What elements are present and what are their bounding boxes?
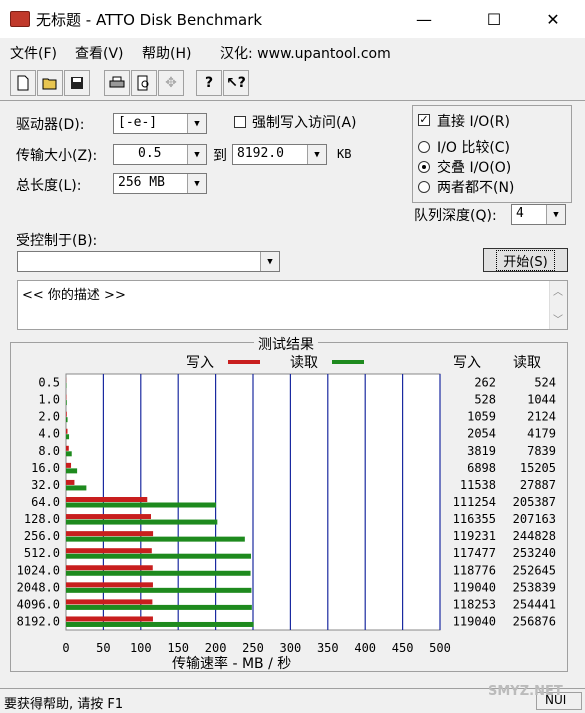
x-tick-label: 400 [354, 641, 376, 655]
read-bar [66, 485, 86, 490]
read-value: 207163 [513, 512, 556, 526]
results-chart: 0501001502002503003504004505000.52625241… [0, 0, 585, 712]
read-bar [66, 622, 254, 627]
row-label: 1.0 [38, 393, 60, 407]
row-label: 16.0 [31, 461, 60, 475]
read-bar [66, 468, 77, 473]
write-value: 111254 [453, 495, 496, 509]
row-label: 8.0 [38, 444, 60, 458]
status-help-text: 要获得帮助, 请按 F1 [4, 693, 123, 712]
x-tick-label: 50 [96, 641, 110, 655]
row-label: 64.0 [31, 495, 60, 509]
read-bar [66, 417, 68, 422]
write-value: 119040 [453, 580, 496, 594]
x-tick-label: 500 [429, 641, 451, 655]
write-bar [66, 582, 153, 587]
write-value: 528 [474, 393, 496, 407]
write-bar [66, 565, 153, 570]
x-tick-label: 350 [317, 641, 339, 655]
read-value: 27887 [520, 478, 556, 492]
write-bar [66, 616, 153, 621]
read-bar [66, 503, 216, 508]
read-bar [66, 605, 252, 610]
write-bar [66, 429, 68, 434]
write-value: 119231 [453, 529, 496, 543]
write-bar [66, 480, 74, 485]
write-bar [66, 412, 67, 417]
read-value: 254441 [513, 597, 556, 611]
row-label: 32.0 [31, 478, 60, 492]
row-label: 1024.0 [17, 563, 60, 577]
read-bar [66, 400, 67, 405]
row-label: 0.5 [38, 376, 60, 390]
row-label: 2048.0 [17, 580, 60, 594]
read-value: 205387 [513, 495, 556, 509]
write-value: 117477 [453, 546, 496, 560]
write-value: 118253 [453, 597, 496, 611]
read-value: 244828 [513, 529, 556, 543]
read-value: 4179 [527, 427, 556, 441]
write-bar [66, 497, 147, 502]
write-value: 3819 [467, 444, 496, 458]
read-bar [66, 434, 69, 439]
read-bar [66, 554, 251, 559]
write-bar [66, 531, 153, 536]
watermark: SMYZ.NET [488, 684, 563, 699]
row-label: 8192.0 [17, 614, 60, 628]
read-value: 252645 [513, 563, 556, 577]
write-value: 2054 [467, 427, 496, 441]
read-value: 253240 [513, 546, 556, 560]
write-value: 11538 [460, 478, 496, 492]
read-value: 15205 [520, 461, 556, 475]
row-label: 2.0 [38, 410, 60, 424]
write-bar [66, 463, 71, 468]
read-bar [66, 571, 251, 576]
write-value: 262 [474, 376, 496, 390]
write-bar [66, 599, 152, 604]
write-bar [66, 446, 69, 451]
row-label: 512.0 [24, 546, 60, 560]
read-bar [66, 451, 72, 456]
write-bar [66, 548, 152, 553]
x-axis-label: 传输速率 - MB / 秒 [172, 653, 291, 673]
read-value: 2124 [527, 410, 556, 424]
read-bar [66, 520, 217, 525]
row-label: 4096.0 [17, 597, 60, 611]
read-value: 1044 [527, 393, 556, 407]
x-tick-label: 100 [130, 641, 152, 655]
x-tick-label: 450 [392, 641, 414, 655]
write-value: 118776 [453, 563, 496, 577]
read-value: 256876 [513, 614, 556, 628]
row-label: 128.0 [24, 512, 60, 526]
read-bar [66, 537, 245, 542]
write-bar [66, 514, 151, 519]
read-bar [66, 588, 251, 593]
row-label: 4.0 [38, 427, 60, 441]
row-label: 256.0 [24, 529, 60, 543]
write-value: 1059 [467, 410, 496, 424]
read-value: 253839 [513, 580, 556, 594]
write-value: 119040 [453, 614, 496, 628]
write-value: 116355 [453, 512, 496, 526]
read-value: 524 [534, 376, 556, 390]
read-value: 7839 [527, 444, 556, 458]
write-value: 6898 [467, 461, 496, 475]
x-tick-label: 0 [62, 641, 69, 655]
